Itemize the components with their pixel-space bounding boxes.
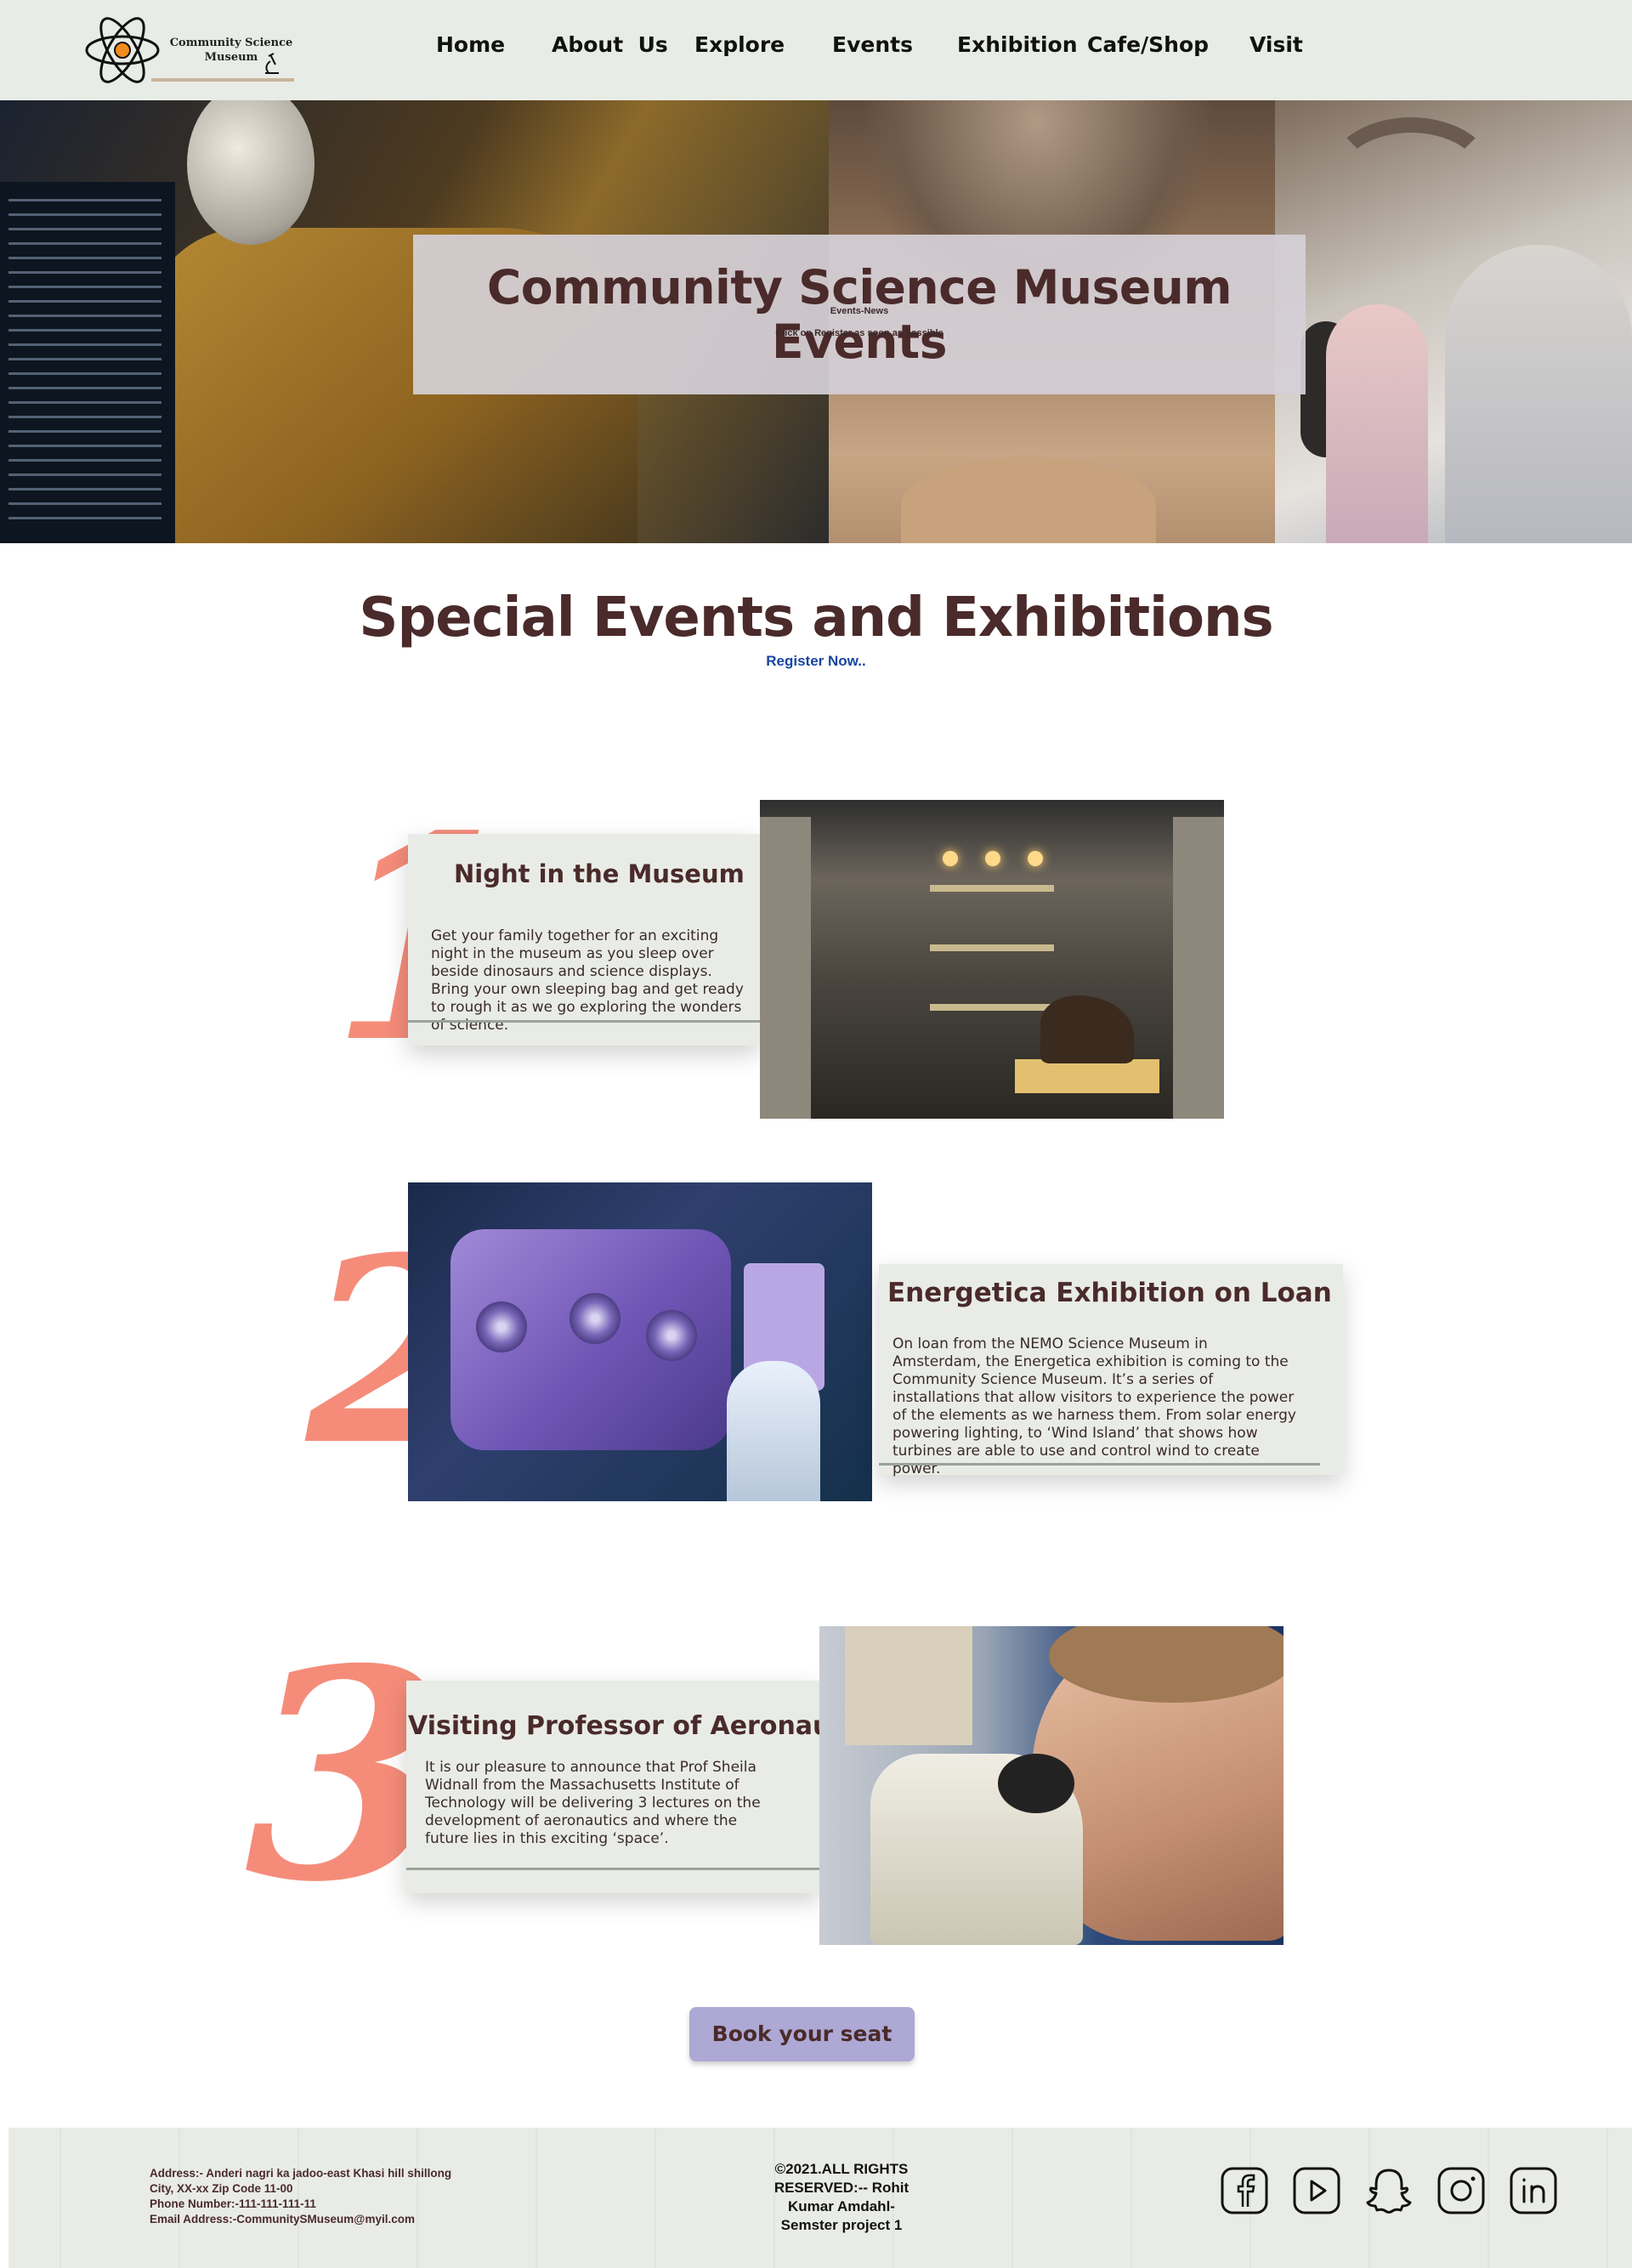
microscope-icon [265,53,279,74]
event-body-2: On loan from the NEMO Science Museum in … [892,1335,1296,1477]
event-photo-energetica [408,1182,872,1501]
event-photo-museum-hall [760,800,1224,1119]
instagram-icon[interactable] [1436,2166,1486,2215]
hero-caption-box: Community Science Museum Events Events-N… [413,235,1306,394]
nav-cafe-shop[interactable]: Cafe/Shop [1087,32,1209,57]
register-link[interactable]: Register Now.. [0,653,1632,670]
event-body-1: Get your family together for an exciting… [431,927,744,1034]
hero-subtitle: Events-News [830,306,889,316]
nav-about-us[interactable]: About Us [552,32,668,57]
book-seat-button[interactable]: Book your seat [689,2007,915,2061]
nav-explore[interactable]: Explore [694,32,785,57]
event-card-2: Energetica Exhibition on Loan On loan fr… [879,1264,1343,1477]
atom-icon [85,17,160,83]
nav-home[interactable]: Home [436,32,505,57]
nav-exhibition[interactable]: Exhibition [957,32,1078,57]
snapchat-icon[interactable] [1364,2166,1414,2215]
city-line: City, XX-xx Zip Code 11-00 [150,2182,293,2195]
event-title-3: Visiting Professor of Aeronautics [408,1711,882,1741]
facebook-icon[interactable] [1220,2166,1269,2215]
address-line: Address:- Anderi nagri ka jadoo-east Kha… [150,2167,452,2180]
event-body-3: It is our pleasure to announce that Prof… [425,1759,761,1847]
nav-visit[interactable]: Visit [1250,32,1303,57]
youtube-icon[interactable] [1292,2166,1341,2215]
event-title-2: Energetica Exhibition on Loan [887,1278,1332,1308]
email-line: Email Address:-CommunitySMuseum@myil.com [150,2213,415,2225]
logo-line-1: Community Science [169,37,293,49]
event-card-1: Night in the Museum Get your family toge… [408,834,760,1046]
logo-underline [151,78,294,82]
phone-line: Phone Number:-111-111-111-11 [150,2197,316,2210]
nav-events[interactable]: Events [832,32,913,57]
museum-logo[interactable]: Community Science Museum [83,14,296,87]
event-photo-microscope [819,1626,1284,1945]
hero-banner: Community Science Museum Events Events-N… [0,100,1632,543]
linkedin-icon[interactable] [1509,2166,1558,2215]
footer-copyright: ©2021.ALL RIGHTS RESERVED:-- Rohit Kumar… [774,2161,910,2233]
footer-address: Address:- Anderi nagri ka jadoo-east Kha… [150,2166,451,2227]
site-header: Community Science Museum Home About Us E… [0,0,1632,100]
hero-note: Click on Register as soon as possible [775,328,944,338]
event-title-1: Night in the Museum [454,859,745,888]
site-footer: Address:- Anderi nagri ka jadoo-east Kha… [8,2128,1632,2268]
section-title: Special Events and Exhibitions [359,587,1273,649]
event-card-3: Visiting Professor of Aeronautics It is … [406,1681,882,1893]
